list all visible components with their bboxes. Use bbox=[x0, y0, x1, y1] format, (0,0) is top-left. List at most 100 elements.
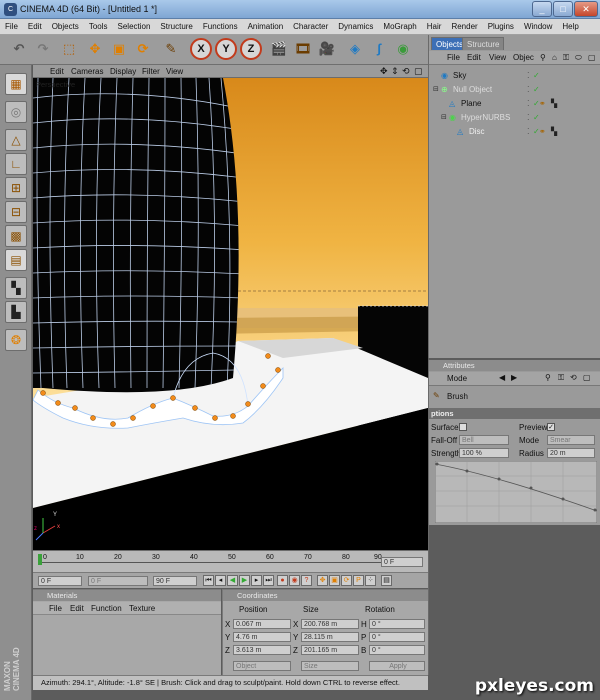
redo-icon[interactable]: ↷ bbox=[32, 38, 54, 60]
menu-animation[interactable]: Animation bbox=[243, 19, 289, 35]
end-frame-field[interactable]: 90 F bbox=[153, 576, 197, 586]
scale-icon[interactable]: ▣ bbox=[108, 38, 130, 60]
key-param-icon[interactable]: P bbox=[353, 575, 364, 586]
menu-render[interactable]: Render bbox=[446, 19, 482, 35]
texture-tag-icon[interactable]: ▚ bbox=[551, 125, 557, 139]
key-rot-icon[interactable]: ⟳ bbox=[341, 575, 352, 586]
prev-key-icon[interactable]: ◂ bbox=[215, 575, 226, 586]
start-frame-field[interactable]: 0 F bbox=[38, 576, 82, 586]
size-z-field[interactable]: 201.165 m bbox=[301, 645, 359, 655]
menu-objects[interactable]: Objects bbox=[47, 19, 84, 35]
goto-start-icon[interactable]: ⏮ bbox=[203, 575, 214, 586]
menu-functions[interactable]: Functions bbox=[198, 19, 243, 35]
timeline-ruler[interactable]: 0 10 20 30 40 50 60 70 80 90 bbox=[38, 554, 383, 565]
obj-search-icon[interactable]: ⚲ bbox=[540, 52, 546, 64]
spline-icon[interactable]: ʃ bbox=[368, 38, 390, 60]
vp-menu-edit[interactable]: Edit bbox=[50, 65, 64, 78]
menu-tools[interactable]: Tools bbox=[84, 19, 113, 35]
tab-structure[interactable]: Structure bbox=[462, 37, 505, 50]
nurbs-icon[interactable]: ◉ bbox=[392, 38, 414, 60]
rotate-view-icon[interactable]: ⟲ bbox=[402, 65, 410, 78]
current-frame-field[interactable]: 0 F bbox=[381, 557, 423, 567]
maximize-icon[interactable]: ▢ bbox=[414, 65, 423, 78]
goto-end-icon[interactable]: ⏭ bbox=[263, 575, 274, 586]
record-icon[interactable]: ● bbox=[277, 575, 288, 586]
close-button[interactable]: ✕ bbox=[574, 1, 598, 17]
model-mode-icon[interactable]: ▦ bbox=[5, 73, 27, 95]
size-x-field[interactable]: 200.768 m bbox=[301, 619, 359, 629]
enabled-check-icon[interactable]: ✓ bbox=[533, 111, 540, 125]
falloff-select[interactable]: Bell bbox=[459, 435, 509, 445]
collapse-icon[interactable]: ⊟ bbox=[441, 111, 447, 125]
attr-new-window-icon[interactable]: ▢ bbox=[583, 373, 591, 382]
menu-structure[interactable]: Structure bbox=[155, 19, 197, 35]
play-icon[interactable]: ▶ bbox=[239, 575, 250, 586]
next-key-icon[interactable]: ▸ bbox=[251, 575, 262, 586]
menu-hair[interactable]: Hair bbox=[422, 19, 447, 35]
back-arrow-icon[interactable]: ◀ bbox=[499, 373, 505, 382]
object-row-plane[interactable]: ◬ Plane ⁚ ✓ ⚭ ▚ bbox=[429, 97, 600, 111]
vp-menu-display[interactable]: Display bbox=[110, 65, 136, 78]
axis-mode-icon[interactable]: ∟ bbox=[5, 153, 27, 175]
zoom-icon[interactable]: ⇕ bbox=[391, 65, 399, 78]
pos-y-field[interactable]: 4.76 m bbox=[233, 632, 291, 642]
forward-arrow-icon[interactable]: ▶ bbox=[511, 373, 517, 382]
x-axis-icon[interactable]: X bbox=[190, 38, 212, 60]
key-pos-icon[interactable]: ✥ bbox=[317, 575, 328, 586]
y-axis-icon[interactable]: Y bbox=[215, 38, 237, 60]
rot-b-field[interactable]: 0 ° bbox=[369, 645, 425, 655]
min-frame-field[interactable]: 0 F bbox=[88, 576, 148, 586]
autokey-icon[interactable]: ◉ bbox=[289, 575, 300, 586]
obj-view-icon[interactable]: ⬭ bbox=[575, 52, 582, 64]
perspective-viewport[interactable]: Perspective Y z x bbox=[33, 78, 428, 550]
menu-character[interactable]: Character bbox=[288, 19, 333, 35]
vp-menu-cameras[interactable]: Cameras bbox=[71, 65, 103, 78]
viewport-render[interactable]: Perspective Y z x bbox=[33, 78, 428, 550]
rot-p-field[interactable]: 0 ° bbox=[369, 632, 425, 642]
obj-menu-objects[interactable]: Objec bbox=[513, 52, 534, 64]
options-section-header[interactable]: ptions bbox=[429, 408, 600, 419]
object-row-hypernurbs[interactable]: ⊟ ◉ HyperNURBS ⁚ ✓ bbox=[429, 111, 600, 125]
point-mode-icon[interactable]: ⊞ bbox=[5, 177, 27, 199]
last-tool-icon[interactable]: ✎ bbox=[160, 38, 182, 60]
object-row-sky[interactable]: ◉ Sky ⁚ ✓ bbox=[429, 69, 600, 83]
render-settings-icon[interactable]: 🎥 bbox=[316, 38, 338, 60]
key-scale-icon[interactable]: ▣ bbox=[329, 575, 340, 586]
minimize-button[interactable]: _ bbox=[532, 1, 552, 17]
play-back-icon[interactable]: ◀ bbox=[227, 575, 238, 586]
magnet-icon[interactable]: ❂ bbox=[5, 329, 27, 351]
phong-tag-icon[interactable]: ⚭ bbox=[539, 125, 546, 139]
menu-window[interactable]: Window bbox=[519, 19, 557, 35]
mat-menu-function[interactable]: Function bbox=[91, 604, 122, 613]
attributes-mode-menu[interactable]: Mode bbox=[447, 374, 467, 383]
timeline-playhead[interactable] bbox=[38, 554, 42, 565]
enabled-check-icon[interactable]: ✓ bbox=[533, 69, 540, 83]
attr-history-icon[interactable]: ⟲ bbox=[570, 373, 577, 382]
surface-checkbox[interactable] bbox=[459, 423, 467, 431]
vp-menu-filter[interactable]: Filter bbox=[142, 65, 160, 78]
edge-mode-icon[interactable]: ⊟ bbox=[5, 201, 27, 223]
rotate-icon[interactable]: ⟳ bbox=[132, 38, 154, 60]
visibility-dots[interactable]: ⁚ bbox=[527, 83, 530, 97]
obj-new-window-icon[interactable]: ▢ bbox=[588, 52, 596, 64]
pos-z-field[interactable]: 3.613 m bbox=[233, 645, 291, 655]
menu-selection[interactable]: Selection bbox=[113, 19, 156, 35]
preview-checkbox[interactable]: ✓ bbox=[547, 423, 555, 431]
obj-menu-file[interactable]: File bbox=[447, 52, 460, 64]
mat-menu-file[interactable]: File bbox=[49, 604, 62, 613]
attr-lock-icon[interactable]: ⚿ bbox=[558, 373, 564, 383]
coord-mode-select[interactable]: Object bbox=[233, 661, 291, 671]
polygon-mode-icon[interactable]: ▩ bbox=[5, 225, 27, 247]
phong-tag-icon[interactable]: ⚭ bbox=[539, 97, 546, 111]
rot-h-field[interactable]: 0 ° bbox=[369, 619, 425, 629]
menu-help[interactable]: Help bbox=[557, 19, 583, 35]
visibility-dots[interactable]: ⁚ bbox=[527, 111, 530, 125]
vp-menu-view[interactable]: View bbox=[166, 65, 183, 78]
obj-lock-icon[interactable]: ⚿ bbox=[563, 52, 569, 64]
size-mode-select[interactable]: Size bbox=[301, 661, 359, 671]
pan-icon[interactable]: ✥ bbox=[380, 65, 388, 78]
collapse-icon[interactable]: ⊟ bbox=[433, 83, 439, 97]
menu-dynamics[interactable]: Dynamics bbox=[333, 19, 378, 35]
render-view-icon[interactable]: 🎞 bbox=[292, 38, 314, 60]
object-row-disc[interactable]: ◬ Disc ⁚ ✓ ⚭ ▚ bbox=[429, 125, 600, 139]
